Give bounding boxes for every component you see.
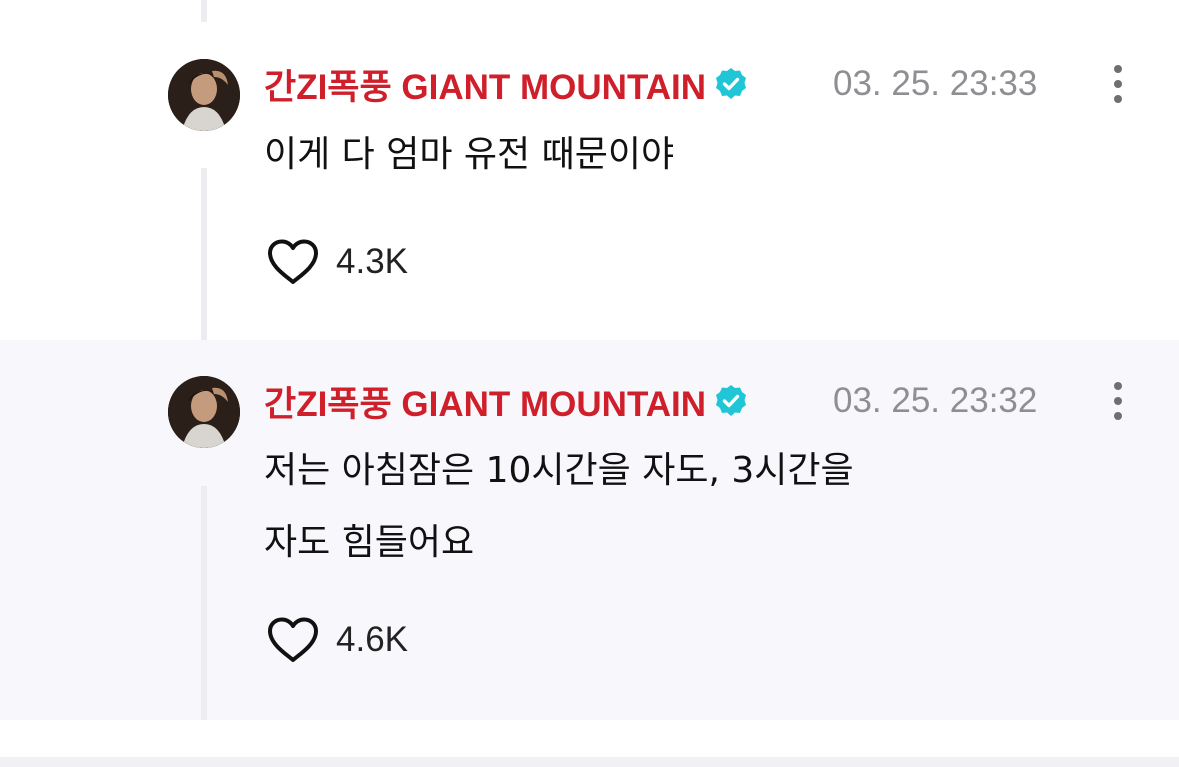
section-divider <box>0 757 1179 767</box>
comment-text-line: 저는 아침잠은 10시간을 자도, 3시간을 <box>264 450 854 491</box>
comment-timestamp: 03. 25. 23:32 <box>833 381 1038 420</box>
like-button[interactable]: 4.3K <box>266 236 408 288</box>
heart-icon[interactable] <box>266 616 320 664</box>
author-name[interactable]: 간ZI폭풍 GIANT MOUNTAIN <box>264 376 706 427</box>
comment-text-line: 자도 힘들어요 <box>264 522 475 563</box>
verified-badge-icon <box>714 384 748 418</box>
comment-header: 간ZI폭풍 GIANT MOUNTAIN <box>264 377 748 425</box>
comment-thread: 간ZI폭풍 GIANT MOUNTAIN 03. 25. 23:33 이게 다 … <box>0 0 1179 767</box>
comment-text: 저는 아침잠은 10시간을 자도, 3시간을 자도 힘들어요 <box>264 447 1024 567</box>
avatar[interactable] <box>168 376 240 448</box>
thread-line <box>201 486 207 720</box>
comment-item: 간ZI폭풍 GIANT MOUNTAIN 03. 25. 23:32 저는 아침… <box>0 340 1179 720</box>
avatar[interactable] <box>168 59 240 131</box>
comment-text: 이게 다 엄마 유전 때문이야 <box>264 134 675 175</box>
more-vertical-icon[interactable] <box>1100 60 1136 108</box>
comment-timestamp: 03. 25. 23:33 <box>833 64 1038 103</box>
more-vertical-icon[interactable] <box>1100 377 1136 425</box>
like-button[interactable]: 4.6K <box>266 614 408 666</box>
like-count: 4.3K <box>336 242 408 281</box>
like-count: 4.6K <box>336 620 408 659</box>
comment-header: 간ZI폭풍 GIANT MOUNTAIN <box>264 60 748 108</box>
verified-badge-icon <box>714 67 748 101</box>
heart-icon[interactable] <box>266 238 320 286</box>
author-name[interactable]: 간ZI폭풍 GIANT MOUNTAIN <box>264 59 706 110</box>
comment-item: 간ZI폭풍 GIANT MOUNTAIN 03. 25. 23:33 이게 다 … <box>0 0 1179 340</box>
